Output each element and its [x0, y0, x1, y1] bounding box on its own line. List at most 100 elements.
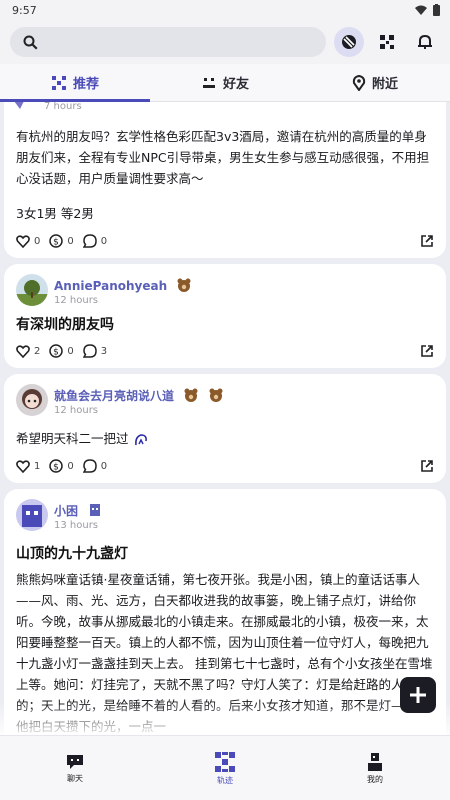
scroll-fade [0, 702, 450, 735]
post-extra: 3女1男 等2男 [16, 206, 94, 221]
coin-icon: $ [49, 234, 64, 248]
chat-icon [67, 754, 83, 769]
post-body: 希望明天科二一把过 [16, 428, 434, 449]
sticker-icon [134, 433, 147, 445]
coin-button[interactable]: $ 0 [49, 459, 74, 473]
post-card[interactable]: AnniePanohyeah 12 hours 有深圳的朋友吗 2 $ 0 3 [4, 264, 446, 368]
nav-track[interactable]: 轨迹 [195, 751, 255, 786]
avatar[interactable] [16, 499, 48, 531]
heart-icon [16, 344, 30, 358]
coin-button[interactable]: $ 0 [49, 344, 74, 358]
tab-recommend-label: 推荐 [72, 77, 99, 92]
coin-icon: $ [49, 459, 64, 473]
top-bar [0, 20, 450, 64]
bear-badge-icon [184, 388, 198, 402]
pixel-ghost-avatar-image [16, 499, 48, 531]
nav-chat-label: 聊天 [67, 773, 83, 783]
post-time: 12 hours [54, 294, 99, 306]
post-body: 有杭州的朋友吗？玄学性格色彩匹配3v3酒局，邀请在杭州的高质量的单身朋友们来，全… [16, 129, 430, 186]
comment-count: 0 [100, 460, 108, 472]
heart-icon [16, 459, 30, 473]
like-button[interactable]: 2 [16, 344, 41, 358]
create-post-button[interactable] [400, 677, 436, 713]
post-title: 有深圳的朋友吗 [16, 317, 114, 333]
like-button[interactable]: 1 [16, 459, 41, 473]
bell-icon [418, 34, 432, 49]
tab-bar: 推荐 好友 附近 [0, 64, 450, 102]
pixel-ghost-badge-icon [90, 504, 101, 516]
coin-button[interactable]: $ 0 [49, 234, 74, 248]
comment-icon [82, 344, 97, 358]
share-icon[interactable] [420, 234, 434, 248]
tab-recommend[interactable]: 推荐 [0, 64, 150, 102]
coin-count: 0 [67, 345, 74, 357]
comment-button[interactable]: 3 [82, 344, 108, 358]
comment-icon [82, 234, 97, 248]
like-count: 0 [34, 235, 41, 247]
search-input[interactable] [44, 35, 326, 49]
bottom-nav: 聊天 轨迹 我的 [0, 735, 450, 800]
comment-count: 0 [100, 235, 108, 247]
post-time: 7 hours [44, 102, 82, 112]
tab-friends[interactable]: 好友 [150, 64, 300, 101]
post-feed[interactable]: 7 hours 有杭州的朋友吗？玄学性格色彩匹配3v3酒局，邀请在杭州的高质量的… [0, 102, 450, 735]
heart-icon [16, 234, 30, 248]
share-icon[interactable] [420, 344, 434, 358]
post-actions: 2 $ 0 3 [16, 344, 434, 358]
bear-badge-icon [177, 278, 191, 292]
coin-count: 0 [67, 460, 74, 472]
comment-icon [82, 459, 97, 473]
post-time: 13 hours [54, 519, 99, 531]
plus-icon [410, 687, 426, 703]
scan-icon [380, 35, 394, 49]
avatar-partial [14, 102, 24, 109]
nav-chat[interactable]: 聊天 [45, 753, 105, 784]
post-body-text: 希望明天科二一把过 [16, 431, 129, 446]
like-button[interactable]: 0 [16, 234, 41, 248]
post-card[interactable]: 小困 13 hours 山顶的九十九盏灯 熊熊妈咪童话镇·星夜童话铺，第七夜开张… [4, 489, 446, 735]
status-time: 9:57 [12, 3, 37, 17]
nav-me-label: 我的 [367, 774, 383, 784]
bear-badge-icon [209, 388, 223, 402]
tab-nearby-label: 附近 [371, 77, 398, 92]
user-name[interactable]: 小困 [54, 504, 78, 518]
like-count: 2 [34, 345, 41, 357]
post-title: 山顶的九十九盏灯 [16, 546, 128, 562]
landscape-avatar-image [16, 274, 48, 306]
profile-icon [368, 752, 382, 771]
pixel-grid-icon [51, 75, 66, 90]
comment-button[interactable]: 0 [82, 459, 108, 473]
planet-button[interactable] [334, 27, 364, 57]
post-time: 12 hours [54, 404, 99, 416]
svg-text:$: $ [54, 238, 60, 248]
tab-nearby[interactable]: 附近 [300, 64, 450, 101]
post-actions: 1 $ 0 0 [16, 459, 434, 473]
avatar[interactable] [16, 274, 48, 306]
user-name[interactable]: 就鱼会去月亮胡说八道 [54, 389, 174, 403]
post-card[interactable]: 7 hours 有杭州的朋友吗？玄学性格色彩匹配3v3酒局，邀请在杭州的高质量的… [4, 102, 446, 258]
comment-button[interactable]: 0 [82, 234, 108, 248]
coin-count: 0 [67, 235, 74, 247]
svg-text:$: $ [54, 463, 60, 473]
nav-me[interactable]: 我的 [345, 752, 405, 785]
search-icon [23, 35, 38, 50]
tab-friends-label: 好友 [222, 77, 249, 92]
track-grid-icon [215, 751, 235, 772]
nav-track-label: 轨迹 [217, 775, 233, 785]
user-name[interactable]: AnniePanohyeah [54, 279, 167, 293]
planet-icon [342, 35, 356, 49]
smile-icon [202, 77, 215, 88]
post-card[interactable]: 就鱼会去月亮胡说八道 12 hours 希望明天科二一把过 1 $ 0 0 [4, 374, 446, 483]
location-pin-icon [352, 74, 366, 91]
status-bar: 9:57 [0, 0, 450, 20]
scan-button[interactable] [372, 27, 402, 57]
search-bar[interactable] [10, 27, 326, 57]
share-icon[interactable] [420, 459, 434, 473]
notification-button[interactable] [410, 27, 440, 57]
comment-count: 3 [100, 345, 108, 357]
coin-icon: $ [49, 344, 64, 358]
post-actions: 0 $ 0 0 [16, 234, 434, 248]
doll-avatar-image [16, 384, 48, 416]
avatar[interactable] [16, 384, 48, 416]
like-count: 1 [34, 460, 41, 472]
